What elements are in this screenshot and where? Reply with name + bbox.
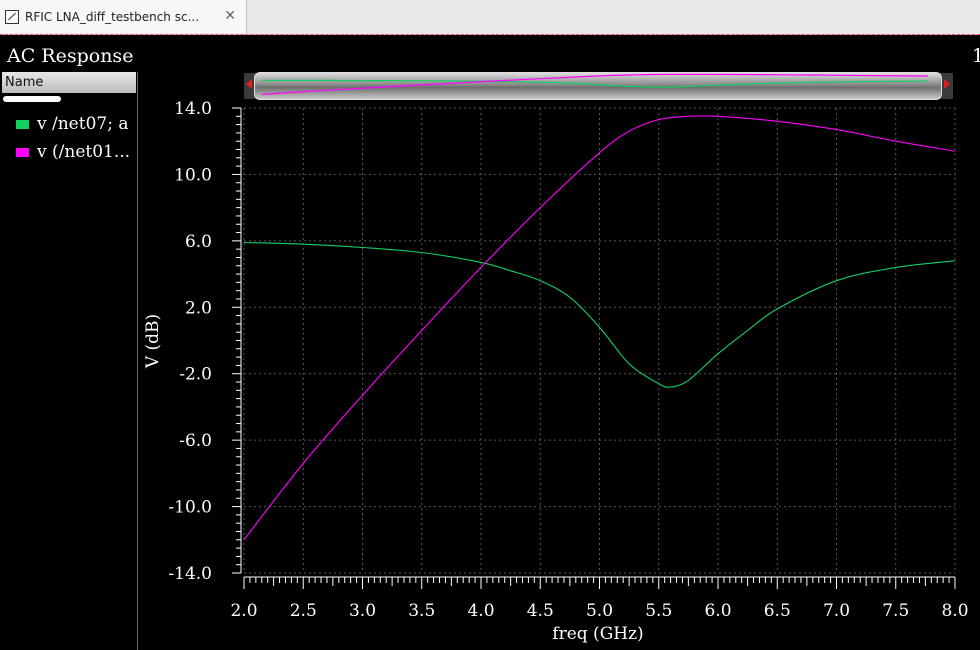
grid xyxy=(243,107,956,574)
x-tick-label: 4.5 xyxy=(527,601,554,621)
x-tick-label: 7.5 xyxy=(882,601,909,621)
x-tick-label: 8.0 xyxy=(941,601,968,621)
y-tick-label: -6.0 xyxy=(179,431,212,451)
x-tick-label: 2.5 xyxy=(290,601,317,621)
x-tick-label: 5.5 xyxy=(645,601,672,621)
x-tick-label: 7.0 xyxy=(823,601,850,621)
ac-response-chart[interactable]: 2.0 2.5 3.0 3.5 4.0 4.5 5.0 5.5 6.0 6.5 7.0 7.5 8.0 -… xyxy=(0,0,980,650)
zoom-overview xyxy=(261,73,929,95)
x-tick-label: 4.0 xyxy=(467,601,494,621)
y-tick-label: 10.0 xyxy=(174,165,212,185)
x-tick-label: 5.0 xyxy=(586,601,613,621)
x-tick-label: 3.5 xyxy=(408,601,435,621)
y-tick-label: -10.0 xyxy=(168,498,212,518)
axes: 2.0 2.5 3.0 3.5 4.0 4.5 5.0 5.5 6.0 6.5 7.0 7.5 8.0 -… xyxy=(168,99,968,621)
overview-line xyxy=(262,79,929,88)
x-tick-label: 6.0 xyxy=(704,601,731,621)
x-tick-label: 2.0 xyxy=(230,601,257,621)
x-tick-label: 3.0 xyxy=(349,601,376,621)
y-tick-label: 6.0 xyxy=(185,232,212,252)
x-tick-label: 6.5 xyxy=(764,601,791,621)
y-tick-label: 2.0 xyxy=(185,298,212,318)
y-tick-label: -14.0 xyxy=(168,564,212,584)
y-tick-label: 14.0 xyxy=(174,99,212,119)
y-tick-label: -2.0 xyxy=(179,365,212,385)
x-axis-label: freq (GHz) xyxy=(552,624,643,644)
y-axis-label: V (dB) xyxy=(143,314,163,369)
